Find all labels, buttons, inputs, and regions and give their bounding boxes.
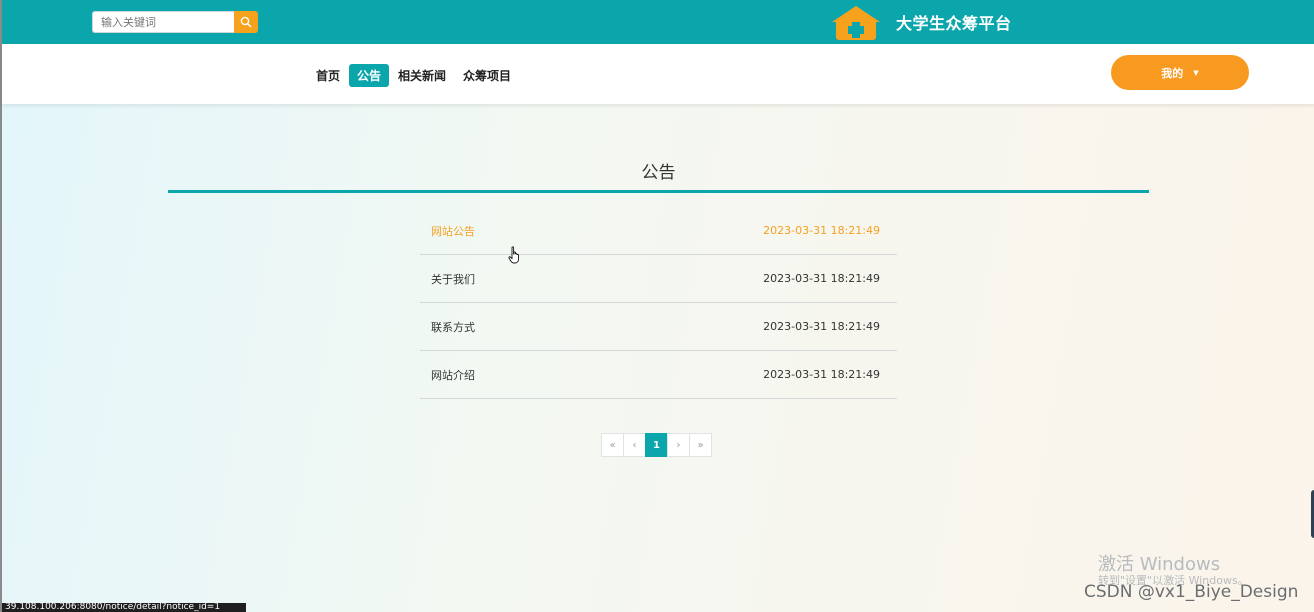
caret-down-icon: ▼ <box>1193 68 1199 77</box>
notice-row[interactable]: 网站介绍 2023-03-31 18:21:49 <box>420 351 897 399</box>
first-page-button[interactable]: « <box>601 433 624 457</box>
brand-title: 大学生众筹平台 <box>896 14 1012 33</box>
notice-row[interactable]: 网站公告 2023-03-31 18:21:49 <box>420 207 897 255</box>
search-box <box>92 11 258 33</box>
last-page-button[interactable]: » <box>689 433 712 457</box>
my-account-button[interactable]: 我的 ▼ <box>1111 55 1249 90</box>
next-page-button[interactable]: › <box>667 433 690 457</box>
prev-page-button[interactable]: ‹ <box>623 433 646 457</box>
nav-item-news[interactable]: 相关新闻 <box>390 64 454 87</box>
search-input[interactable] <box>92 11 234 33</box>
nav-bar: 首页 公告 相关新闻 众筹项目 我的 ▼ <box>2 44 1314 104</box>
notice-list: 网站公告 2023-03-31 18:21:49 关于我们 2023-03-31… <box>420 207 897 399</box>
my-account-label: 我的 <box>1161 66 1184 80</box>
nav-item-home[interactable]: 首页 <box>308 64 348 87</box>
notice-title: 联系方式 <box>431 320 475 334</box>
house-plus-icon <box>832 6 880 40</box>
page-1-button[interactable]: 1 <box>645 433 668 457</box>
title-divider <box>168 190 1149 193</box>
nav-menu: 首页 公告 相关新闻 众筹项目 <box>308 64 520 87</box>
top-bar: 大学生众筹平台 <box>2 0 1314 44</box>
notice-date: 2023-03-31 18:21:49 <box>763 320 880 333</box>
brand[interactable]: 大学生众筹平台 <box>828 2 1012 42</box>
csdn-watermark: CSDN @vx1_Biye_Design <box>1084 582 1299 602</box>
hand-cursor-icon <box>508 246 519 264</box>
status-bar-url: 39.108.100.206:8080/notice/detail?notice… <box>2 603 246 612</box>
notice-title: 网站介绍 <box>431 368 475 382</box>
notice-row[interactable]: 联系方式 2023-03-31 18:21:49 <box>420 303 897 351</box>
notice-date: 2023-03-31 18:21:49 <box>763 272 880 285</box>
notice-row[interactable]: 关于我们 2023-03-31 18:21:49 <box>420 255 897 303</box>
page-title: 公告 <box>641 163 676 183</box>
pagination: « ‹ 1 › » <box>601 433 712 457</box>
nav-item-projects[interactable]: 众筹项目 <box>455 64 519 87</box>
notice-title: 网站公告 <box>431 224 475 238</box>
notice-title: 关于我们 <box>431 272 475 286</box>
search-button[interactable] <box>234 11 258 33</box>
notice-date: 2023-03-31 18:21:49 <box>763 224 880 237</box>
search-icon <box>240 16 252 28</box>
nav-item-notice[interactable]: 公告 <box>349 64 390 87</box>
notice-date: 2023-03-31 18:21:49 <box>763 368 880 381</box>
